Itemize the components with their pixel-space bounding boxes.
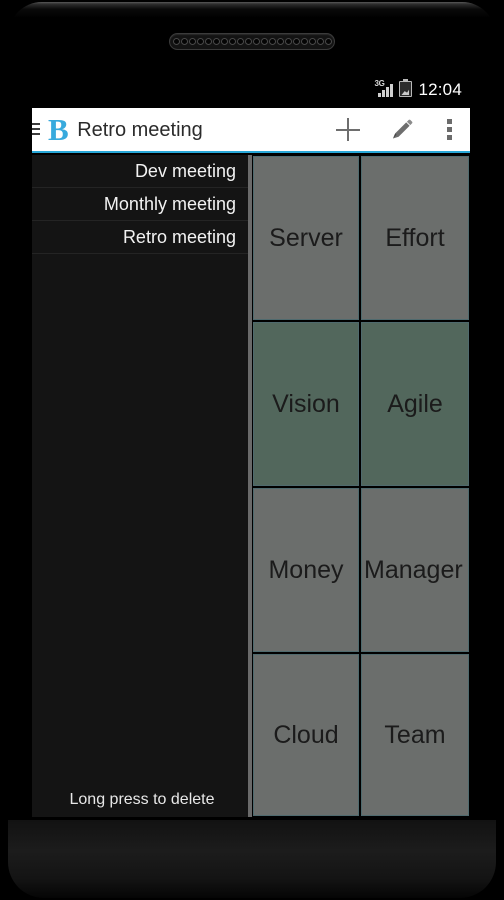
- meeting-sidebar: Dev meeting Monthly meeting Retro meeting …: [32, 155, 252, 817]
- grid-tile[interactable]: Vision: [253, 322, 359, 486]
- speaker-hole: [236, 38, 244, 45]
- edit-button[interactable]: [376, 108, 428, 151]
- phone-bottom-bezel: [8, 820, 496, 898]
- speaker-hole: [204, 38, 212, 45]
- add-button[interactable]: [320, 108, 376, 151]
- meeting-list-item[interactable]: Retro meeting: [32, 221, 252, 254]
- meeting-list-item[interactable]: Monthly meeting: [32, 188, 252, 221]
- earpiece-speaker-grille: [169, 33, 335, 50]
- grid-tile-label: Agile: [387, 390, 443, 418]
- speaker-hole: [284, 38, 292, 45]
- status-bar: 3G 12:04: [32, 70, 470, 108]
- meeting-list-item-label: Monthly meeting: [103, 193, 236, 214]
- grid-tile-label: Vision: [272, 390, 340, 418]
- meeting-list-item-label: Dev meeting: [134, 160, 236, 181]
- speaker-hole: [188, 38, 196, 45]
- meeting-list-item-label: Retro meeting: [122, 226, 236, 247]
- speaker-hole: [220, 38, 228, 45]
- app-bar-actions: [320, 108, 470, 151]
- overflow-button[interactable]: [428, 108, 470, 151]
- phone-top-bezel: [8, 2, 496, 62]
- grid-tile[interactable]: Server: [253, 156, 359, 320]
- status-clock: 12:04: [418, 79, 462, 99]
- app-logo: B: [48, 112, 69, 147]
- speaker-hole: [212, 38, 220, 45]
- page-title: Retro meeting: [77, 118, 203, 141]
- speaker-hole: [316, 38, 324, 45]
- grid-tile[interactable]: Manager: [361, 488, 469, 652]
- grid-tile[interactable]: Agile: [361, 322, 469, 486]
- meeting-list-item[interactable]: Dev meeting: [32, 155, 252, 188]
- tile-grid: Server Effort Vision Agile Money Manager Cloud…: [252, 155, 470, 817]
- speaker-hole: [300, 38, 308, 45]
- speaker-hole: [260, 38, 268, 45]
- signal-bars-icon: 3G: [374, 79, 394, 98]
- grid-tile[interactable]: Cloud: [253, 654, 359, 816]
- grid-tile[interactable]: Team: [361, 654, 469, 816]
- speaker-hole: [228, 38, 236, 45]
- speaker-hole: [268, 38, 276, 45]
- grid-tile-label: Server: [269, 224, 343, 252]
- speaker-hole: [308, 38, 316, 45]
- grid-tile-label: Money: [268, 556, 344, 584]
- speaker-hole: [196, 38, 204, 45]
- speaker-hole: [292, 38, 300, 45]
- meeting-list: Dev meeting Monthly meeting Retro meeting: [32, 155, 252, 254]
- battery-charging-icon: [399, 79, 413, 97]
- hamburger-menu-icon[interactable]: [32, 118, 40, 140]
- grid-tile-label: Effort: [385, 224, 445, 252]
- grid-tile-label: Team: [384, 721, 446, 749]
- content-area: Dev meeting Monthly meeting Retro meeting …: [32, 155, 470, 817]
- speaker-hole: [244, 38, 252, 45]
- speaker-hole: [180, 38, 188, 45]
- speaker-hole: [324, 38, 332, 45]
- signal-bars: [378, 83, 394, 97]
- grid-tile-label: Cloud: [273, 721, 339, 749]
- speaker-hole: [252, 38, 260, 45]
- speaker-hole: [172, 38, 180, 45]
- phone-device-frame: 3G 12:04 B Retro meeting Dev meeting Mon…: [0, 0, 504, 900]
- grid-tile-label: Manager: [364, 556, 463, 584]
- phone-screen: 3G 12:04 B Retro meeting Dev meeting Mon…: [32, 70, 470, 817]
- sidebar-hint: Long press to delete: [69, 791, 215, 808]
- grid-tile[interactable]: Effort: [361, 156, 469, 320]
- app-bar: B Retro meeting: [32, 108, 470, 153]
- grid-tile[interactable]: Money: [253, 488, 359, 652]
- speaker-hole: [276, 38, 284, 45]
- pencil-icon: [393, 119, 413, 138]
